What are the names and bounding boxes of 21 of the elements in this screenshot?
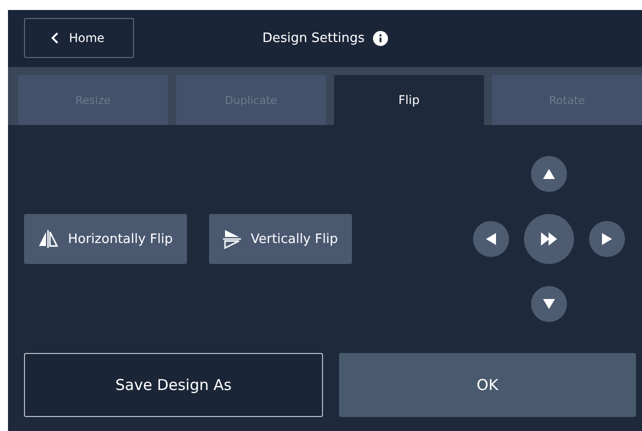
triangle-right-icon — [602, 233, 612, 245]
move-right-button[interactable] — [589, 221, 625, 257]
ok-button[interactable]: OK — [339, 353, 636, 417]
home-button[interactable]: Home — [24, 18, 134, 58]
move-left-button[interactable] — [473, 221, 509, 257]
mirror-vertical-icon — [222, 229, 241, 249]
triangle-left-icon — [486, 233, 496, 245]
move-down-button[interactable] — [531, 286, 567, 322]
mirror-horizontal-icon — [38, 230, 58, 248]
move-up-button[interactable] — [531, 156, 567, 192]
screen-title: Design Settings — [262, 31, 365, 46]
fast-forward-icon — [540, 232, 558, 246]
tab[interactable]: Flip — [334, 75, 484, 125]
save-design-as-button[interactable]: Save Design As — [24, 353, 323, 417]
triangle-down-icon — [543, 299, 555, 309]
flip-button[interactable]: Horizontally Flip — [24, 214, 187, 264]
fast-forward-button[interactable] — [524, 214, 574, 264]
flip-button[interactable]: Vertically Flip — [208, 214, 352, 264]
info-icon[interactable] — [372, 31, 388, 46]
triangle-up-icon — [543, 169, 555, 179]
chevron-left-icon — [51, 32, 59, 44]
